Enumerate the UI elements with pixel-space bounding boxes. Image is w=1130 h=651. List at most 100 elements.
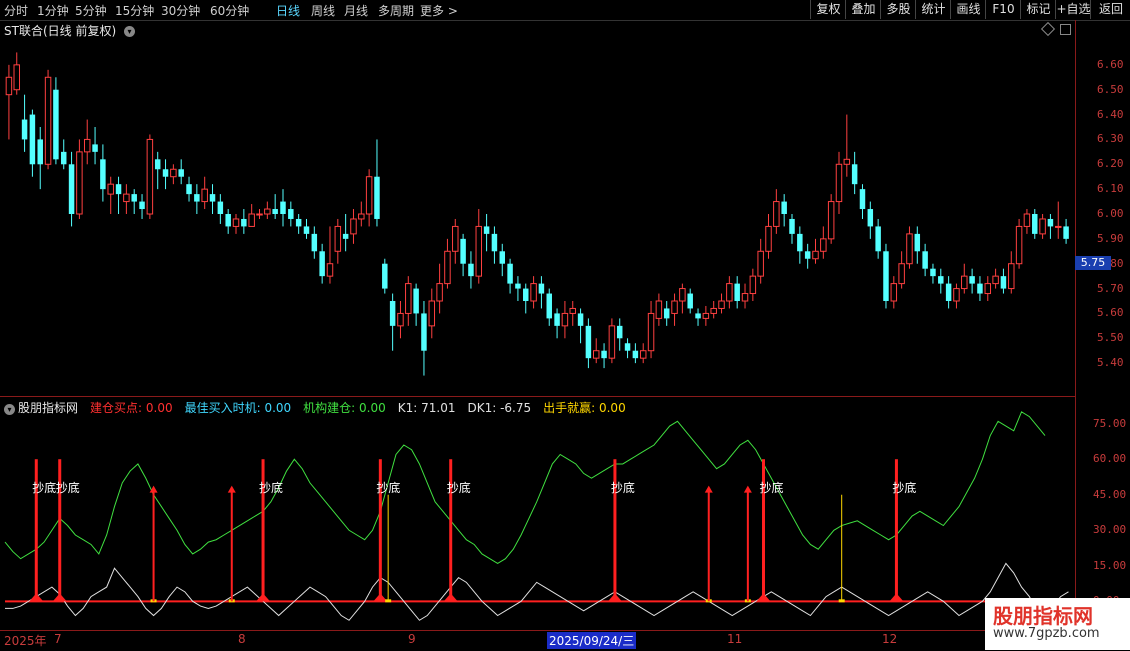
candle-body (773, 201, 780, 227)
candle-body (827, 201, 835, 240)
candle-body (264, 208, 271, 215)
watermark-title: 股朋指标网 (993, 604, 1093, 628)
candle-body (977, 283, 983, 294)
candle-body (969, 276, 975, 284)
candle-body (201, 188, 208, 203)
candle-body (60, 151, 67, 165)
price-tick: 5.60 (1097, 306, 1124, 320)
candle-body (577, 313, 584, 326)
yellow-dot (385, 599, 392, 603)
candle-body (123, 193, 130, 203)
indicator-tick: 75.00 (1093, 416, 1127, 430)
candle-body (444, 250, 451, 285)
candle-body (718, 300, 725, 309)
candle-body (342, 233, 349, 239)
pane-separator (0, 396, 1075, 397)
candle-body (311, 233, 318, 252)
candlestick-chart[interactable] (0, 0, 1075, 396)
candle-body (115, 184, 122, 195)
candle-body (460, 238, 466, 264)
price-tick: 6.60 (1097, 57, 1124, 71)
arrow-signal-head (227, 485, 236, 493)
candle-body (890, 283, 898, 302)
candle-body (374, 176, 380, 219)
price-tick: 5.50 (1097, 331, 1124, 345)
candle-body (515, 283, 521, 289)
candle-body (436, 283, 443, 302)
x-label-sep: 9 (408, 632, 416, 646)
candle-body (546, 293, 552, 319)
signal-label: 抄底 (892, 480, 917, 495)
candle-body (608, 325, 616, 359)
toolbar-button[interactable]: 返回 (1090, 0, 1130, 19)
candle-body (1039, 218, 1046, 235)
candle-body (875, 226, 881, 252)
candle-body (632, 350, 639, 359)
signal-label: 抄底 (759, 480, 784, 495)
candle-body (585, 325, 592, 359)
price-tick: 6.50 (1097, 82, 1124, 96)
candle-body (538, 283, 545, 294)
candle-body (930, 268, 936, 277)
candle-body (695, 313, 701, 319)
candle-body (83, 138, 91, 153)
candle-body (561, 312, 569, 327)
buy-marker (756, 593, 771, 602)
indicator-tick: 60.00 (1093, 452, 1127, 466)
candle-body (256, 213, 263, 216)
candle-body (953, 288, 960, 302)
candle-body (883, 251, 889, 301)
candle-body (154, 159, 161, 170)
candle-body (922, 251, 928, 269)
candle-body (68, 164, 75, 214)
candle-body (1000, 276, 1007, 289)
indicator-chart[interactable] (0, 398, 1075, 630)
candle-body (209, 194, 216, 202)
candle-body (92, 144, 98, 152)
x-label-dec: 12 (882, 632, 898, 646)
candle-body (945, 283, 952, 301)
candle-body (241, 218, 247, 227)
watermark-url: www.7gpzb.com (993, 626, 1100, 641)
candle-body (601, 350, 607, 359)
candle-body (319, 251, 325, 277)
arrow-signal-bar (152, 487, 155, 602)
candle-body (186, 184, 192, 195)
price-tick: 6.10 (1097, 182, 1124, 196)
candle-body (5, 76, 13, 96)
x-label-selected-date[interactable]: 2025/09/24/三 (547, 632, 637, 649)
candle-body (789, 218, 795, 234)
candle-body (765, 225, 772, 252)
candle-body (687, 293, 693, 309)
candle-body (749, 275, 757, 295)
candle-body (592, 350, 600, 359)
candle-body (741, 293, 749, 302)
indicator-tick: 45.00 (1093, 487, 1127, 501)
candle-body (647, 312, 655, 352)
candle-body (1023, 213, 1031, 227)
x-label-jul: 7 (54, 632, 62, 646)
candle-body (428, 300, 436, 327)
candle-body (334, 225, 342, 252)
candle-body (295, 218, 302, 227)
buy-marker (443, 593, 458, 602)
candle-body (616, 325, 623, 339)
candle-body (29, 114, 36, 165)
price-tick: 6.40 (1097, 107, 1124, 121)
candle-body (162, 169, 169, 177)
buy-marker (52, 593, 67, 602)
candle-body (734, 283, 740, 301)
candle-body (248, 213, 255, 227)
candle-body (405, 283, 412, 314)
candle-body (358, 213, 365, 220)
candle-body (178, 169, 184, 177)
indicator-tick: 30.00 (1093, 523, 1127, 537)
candle-body (1015, 225, 1023, 265)
arrow-signal-head (704, 485, 713, 493)
date-axis: 2025年 7 8 9 2025/09/24/三 11 12 (0, 630, 1075, 651)
candle-body (1047, 218, 1054, 227)
candle-body (914, 233, 921, 252)
candle-body (663, 308, 670, 319)
candle-body (851, 164, 858, 185)
watermark: 股朋指标网 www.7gpzb.com (985, 598, 1130, 650)
